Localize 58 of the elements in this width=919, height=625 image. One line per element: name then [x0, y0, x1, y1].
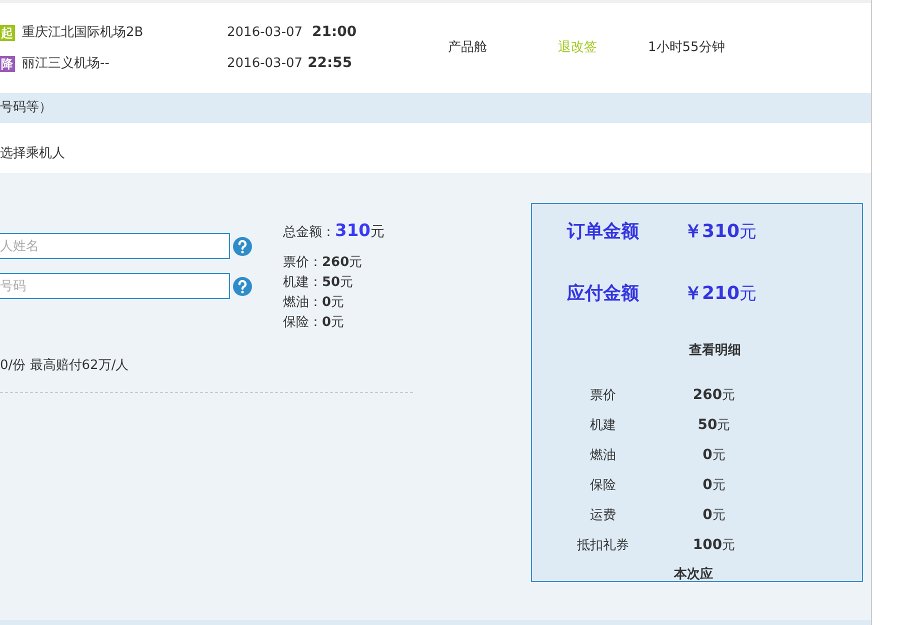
total-amount: 310 [335, 220, 370, 243]
payable-text: 本次应 [674, 566, 714, 584]
detail-label: 机建 [590, 416, 616, 435]
amount-label: 订单金额 [567, 220, 640, 244]
help-icon[interactable] [233, 276, 252, 296]
detail-unit: 元 [722, 537, 736, 555]
price-value: 260 [322, 254, 350, 272]
flight-date: 2016-03-07 [227, 54, 303, 73]
input-field[interactable]: 号码 [0, 273, 230, 299]
price-label: 票价： [283, 254, 322, 272]
cabin-class: 产品舱 [448, 39, 488, 58]
detail-label: 抵扣礼券 [577, 536, 629, 555]
detail-value: 260 [692, 386, 722, 405]
airport-name: 重庆江北国际机场2B [22, 24, 144, 42]
price-value: 0 [322, 314, 332, 332]
airport-name: 丽江三义机场-- [22, 54, 110, 73]
detail-label: 燃油 [590, 446, 616, 465]
help-icon[interactable] [233, 236, 252, 256]
detail-label: 票价 [590, 386, 616, 405]
detail-value: 100 [692, 536, 722, 555]
notice-text: 号码等） [0, 99, 52, 118]
detail-value: 0 [702, 476, 712, 495]
amount-value: ￥310 [684, 220, 740, 244]
amount-value: ￥210 [684, 282, 740, 306]
detail-unit: 元 [722, 387, 736, 405]
detail-unit: 元 [712, 477, 726, 495]
detail-unit: 元 [712, 447, 726, 465]
detail-label: 保险 [590, 476, 616, 495]
flight-duration: 1小时55分钟 [648, 39, 725, 58]
view-details-link[interactable]: 查看明细 [689, 341, 741, 360]
badge-depart: 起 [0, 24, 15, 40]
detail-value: 0 [702, 506, 712, 525]
flight-time: 21:00 [312, 23, 357, 42]
flight-date: 2016-03-07 [227, 24, 304, 42]
price-label: 燃油： [283, 294, 322, 312]
detail-unit: 元 [712, 507, 726, 525]
price-unit: 元 [331, 294, 344, 312]
insurance-text: 0/份 最高赔付62万/人 [0, 356, 130, 374]
amount-unit: 元 [740, 282, 757, 306]
amount-label: 应付金额 [567, 282, 640, 306]
amount-unit: 元 [740, 221, 757, 244]
detail-label: 运费 [590, 506, 616, 525]
badge-arrive: 降 [0, 56, 15, 72]
detail-unit: 元 [717, 417, 730, 435]
flight-time: 22:55 [308, 54, 352, 73]
price-unit: 元 [340, 274, 354, 292]
price-value: 0 [322, 294, 332, 312]
input-field[interactable]: 人姓名 [0, 233, 230, 259]
total-label: 总金额： [283, 224, 335, 242]
total-unit: 元 [370, 223, 384, 242]
price-label: 机建： [283, 274, 322, 292]
detail-value: 50 [698, 416, 718, 435]
price-label: 保险： [283, 314, 322, 332]
price-unit: 元 [349, 254, 362, 272]
price-value: 50 [322, 274, 340, 292]
detail-value: 0 [702, 446, 712, 465]
section-heading: 选择乘机人 [0, 145, 65, 164]
price-unit: 元 [331, 314, 344, 332]
